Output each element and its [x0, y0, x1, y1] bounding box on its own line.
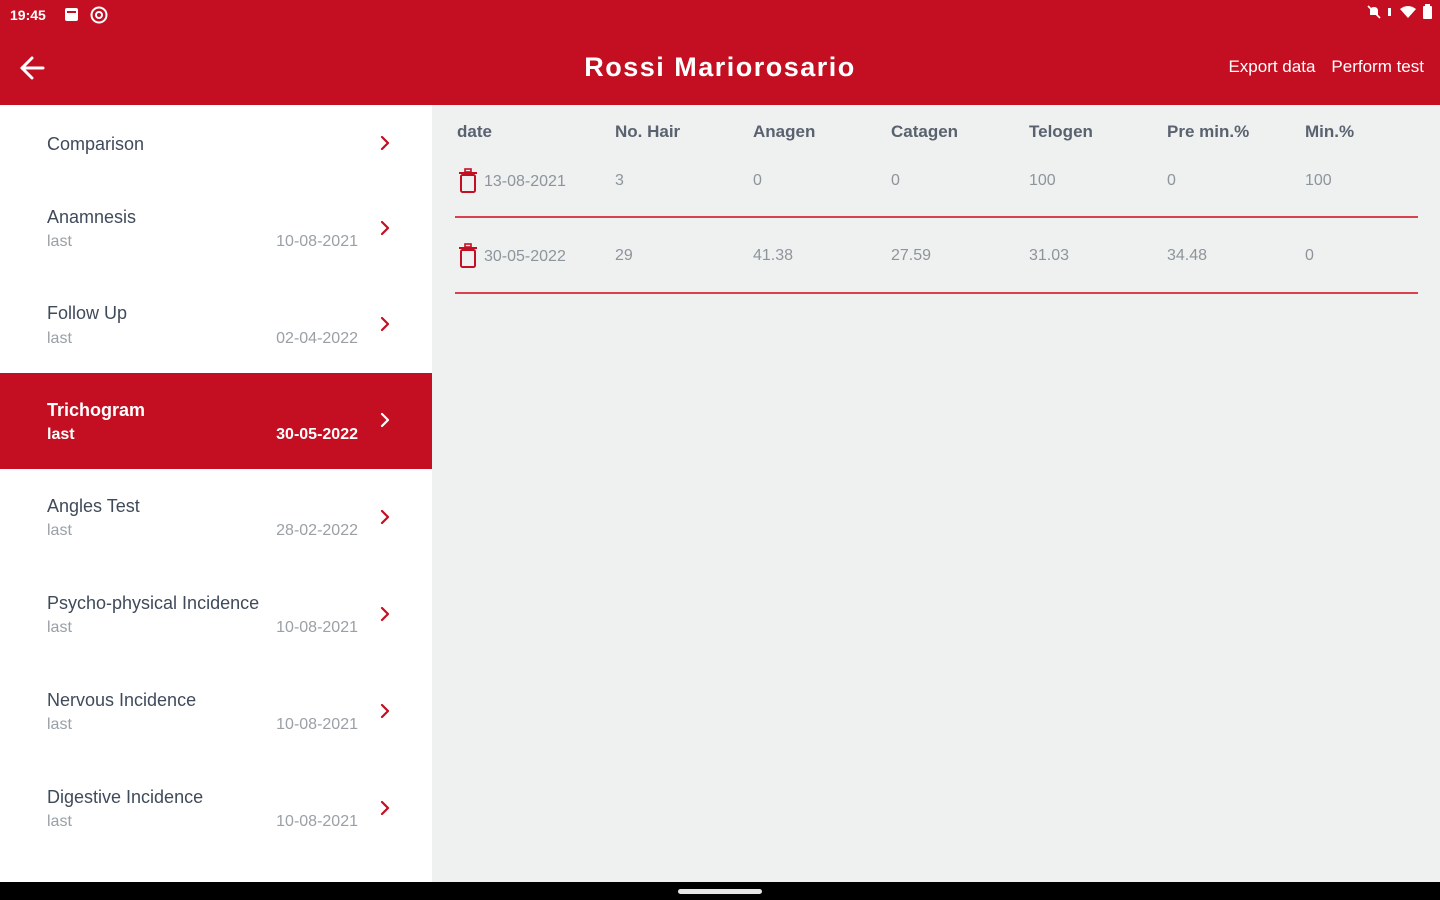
sidebar-item-digestive-incidence[interactable]: Digestive Incidence last 10-08-2021: [0, 761, 432, 857]
image-notification-icon: [64, 6, 79, 23]
trash-icon[interactable]: [457, 168, 479, 194]
table-cell-anagen: 41.38: [753, 247, 794, 264]
table-cell-min: 100: [1305, 172, 1332, 189]
chevron-right-icon: [380, 135, 390, 151]
sidebar-item-label: Follow Up: [47, 303, 128, 323]
home-gesture-handle[interactable]: [678, 889, 762, 894]
table-cell-date: 30-05-2022: [484, 248, 566, 265]
sidebar-item-trichogram[interactable]: Trichogram last 30-05-2022: [0, 373, 432, 469]
trash-icon[interactable]: [457, 243, 479, 269]
sidebar-item-sub: last: [47, 426, 75, 443]
chevron-right-icon: [380, 220, 390, 236]
chevron-right-icon: [380, 703, 390, 719]
table-cell-telogen: 100: [1029, 172, 1056, 189]
column-header-anagen: Anagen: [753, 122, 816, 141]
sidebar-item-date: 10-08-2021: [276, 813, 358, 830]
perform-test-button[interactable]: Perform test: [1331, 57, 1424, 77]
sidebar-item-sub: last: [47, 716, 72, 733]
sidebar-item-label: Angles Test: [47, 496, 140, 516]
column-header-min: Min.%: [1305, 122, 1355, 141]
column-header-date: date: [457, 122, 492, 141]
export-data-button[interactable]: Export data: [1228, 57, 1315, 77]
sidebar-item-label: Comparison: [47, 134, 145, 154]
sidebar-item-date: 10-08-2021: [276, 716, 358, 733]
status-right-icons: [1367, 4, 1432, 24]
sidebar-item-date: 02-04-2022: [276, 330, 358, 347]
sidebar-item-date: 10-08-2021: [276, 233, 358, 250]
table-cell-catagen: 0: [891, 172, 900, 189]
sidebar-item-angles-test[interactable]: Angles Test last 28-02-2022: [0, 470, 432, 566]
row-divider: [455, 216, 1418, 218]
chevron-right-icon: [380, 800, 390, 816]
app-bar: Rossi Mariorosario Export data Perform t…: [0, 30, 1440, 105]
chevron-right-icon: [380, 606, 390, 622]
sidebar-item-psycho-physical-incidence[interactable]: Psycho-physical Incidence last 10-08-202…: [0, 567, 432, 663]
row-divider: [455, 292, 1418, 294]
sidebar-item-label: Digestive Incidence: [47, 787, 204, 807]
sidebar-item-sub: last: [47, 813, 72, 830]
trichogram-results-table: date No. Hair Anagen Catagen Telogen Pre…: [432, 105, 1440, 882]
sidebar-item-sub: last: [47, 233, 72, 250]
battery-icon: [1423, 4, 1432, 24]
signal-icon: [1387, 5, 1393, 24]
table-cell-telogen: 31.03: [1029, 247, 1070, 264]
sidebar-item-label: Trichogram: [47, 400, 146, 420]
sidebar-item-label: Psycho-physical Incidence: [47, 593, 260, 613]
sidebar-item-anamnesis[interactable]: Anamnesis last 10-08-2021: [0, 180, 432, 276]
table-cell-catagen: 27.59: [891, 247, 932, 264]
mute-icon: [1367, 4, 1381, 24]
app-bar-actions: Export data Perform test: [1228, 57, 1424, 77]
system-nav-bar: [0, 882, 1440, 900]
sidebar-item-date: 10-08-2021: [276, 619, 358, 636]
sidebar-item-nervous-incidence[interactable]: Nervous Incidence last 10-08-2021: [0, 664, 432, 760]
wifi-icon: [1399, 5, 1417, 24]
table-cell-date: 13-08-2021: [484, 173, 566, 190]
sidebar-item-sub: last: [47, 522, 72, 539]
column-header-catagen: Catagen: [891, 122, 959, 141]
sidebar-item-sub: last: [47, 330, 72, 347]
sidebar-item-follow-up[interactable]: Follow Up last 02-04-2022: [0, 277, 432, 373]
column-header-pre-min: Pre min.%: [1167, 122, 1250, 141]
arrow-left-icon: [20, 56, 45, 80]
status-time: 19:45: [10, 7, 46, 23]
chevron-right-icon: [380, 316, 390, 332]
column-header-telogen: Telogen: [1029, 122, 1093, 141]
sidebar-item-date: 30-05-2022: [276, 426, 358, 443]
chevron-right-icon: [380, 509, 390, 525]
sidebar-item-label: Nervous Incidence: [47, 690, 197, 710]
table-cell-pre-min: 34.48: [1167, 247, 1208, 264]
sidebar-item-date: 28-02-2022: [276, 522, 358, 539]
table-cell-no-hair: 3: [615, 172, 624, 189]
table-cell-anagen: 0: [753, 172, 762, 189]
chevron-right-icon: [380, 412, 390, 428]
patient-name-title: Rossi Mariorosario: [584, 52, 856, 82]
sidebar-item-label: Anamnesis: [47, 207, 137, 227]
table-cell-no-hair: 29: [615, 247, 633, 264]
table-cell-min: 0: [1305, 247, 1314, 264]
test-list-sidebar: Comparison Anamnesis last 10-08-2021 Fol…: [0, 105, 432, 882]
table-cell-pre-min: 0: [1167, 172, 1176, 189]
at-sign-icon: [90, 6, 108, 23]
sidebar-item-sub: last: [47, 619, 72, 636]
column-header-no-hair: No. Hair: [615, 122, 681, 141]
status-bar: 19:45: [0, 0, 1440, 30]
back-button[interactable]: [14, 50, 50, 86]
